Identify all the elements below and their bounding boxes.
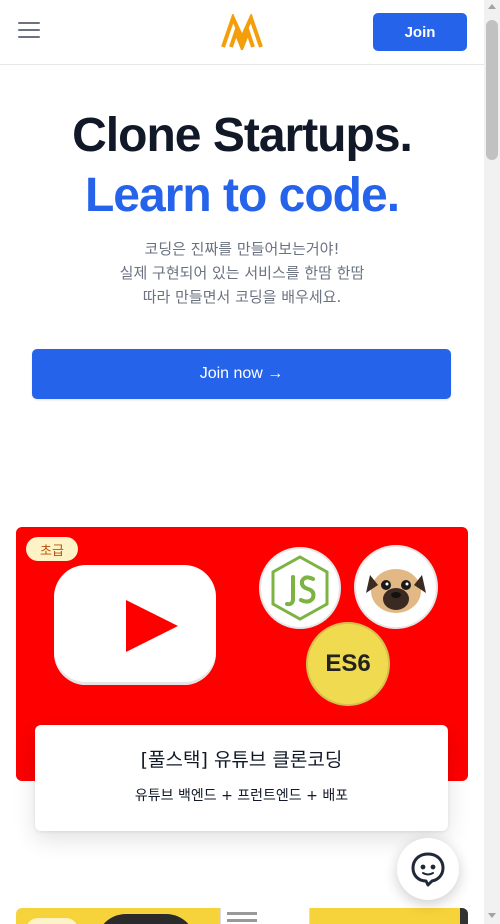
join-now-button[interactable]: Join now →: [32, 349, 451, 399]
scrollbar-thumb[interactable]: [486, 20, 498, 160]
hero-subtitle-line: 따라 만들면서 코딩을 배우세요.: [142, 288, 342, 306]
join-button[interactable]: Join: [373, 13, 467, 51]
course-illustration: [96, 914, 196, 924]
hamburger-menu-icon[interactable]: [18, 22, 40, 42]
level-badge: [26, 918, 78, 924]
es6-badge: ES6: [306, 622, 390, 706]
page-scrollbar[interactable]: [484, 0, 500, 924]
pug-icon: [354, 545, 438, 629]
course-illustration: [460, 908, 468, 924]
course-title: [풀스택] 유튜브 클론코딩: [140, 749, 343, 771]
hero-subtitle-line: 실제 구현되어 있는 서비스를 한땀 한땀: [119, 264, 365, 282]
course-description: 유튜브 백엔드 + 프런트엔드 + 배포: [134, 788, 349, 804]
scroll-up-arrow-icon[interactable]: [488, 4, 496, 9]
youtube-logo-icon: [54, 565, 216, 685]
scroll-down-arrow-icon[interactable]: [488, 913, 496, 918]
play-icon: [126, 600, 178, 652]
course-card-info[interactable]: [풀스택] 유튜브 클론코딩 유튜브 백엔드 + 프런트엔드 + 배포: [35, 725, 448, 831]
nomad-logo-icon[interactable]: [220, 14, 264, 50]
course-screenshot: [220, 908, 310, 924]
top-navbar: Join: [0, 0, 484, 65]
hero-subtitle-line: 코딩은 진짜를 만들어보는거야!: [144, 240, 340, 258]
hero-title-line1: Clone Startups.: [72, 109, 413, 162]
chat-bubble-icon[interactable]: [397, 838, 459, 900]
course-thumbnail[interactable]: [16, 908, 468, 924]
level-badge: 초급: [26, 537, 78, 561]
hero-title-line2: Learn to code.: [84, 169, 400, 222]
nodejs-icon: [259, 547, 341, 629]
